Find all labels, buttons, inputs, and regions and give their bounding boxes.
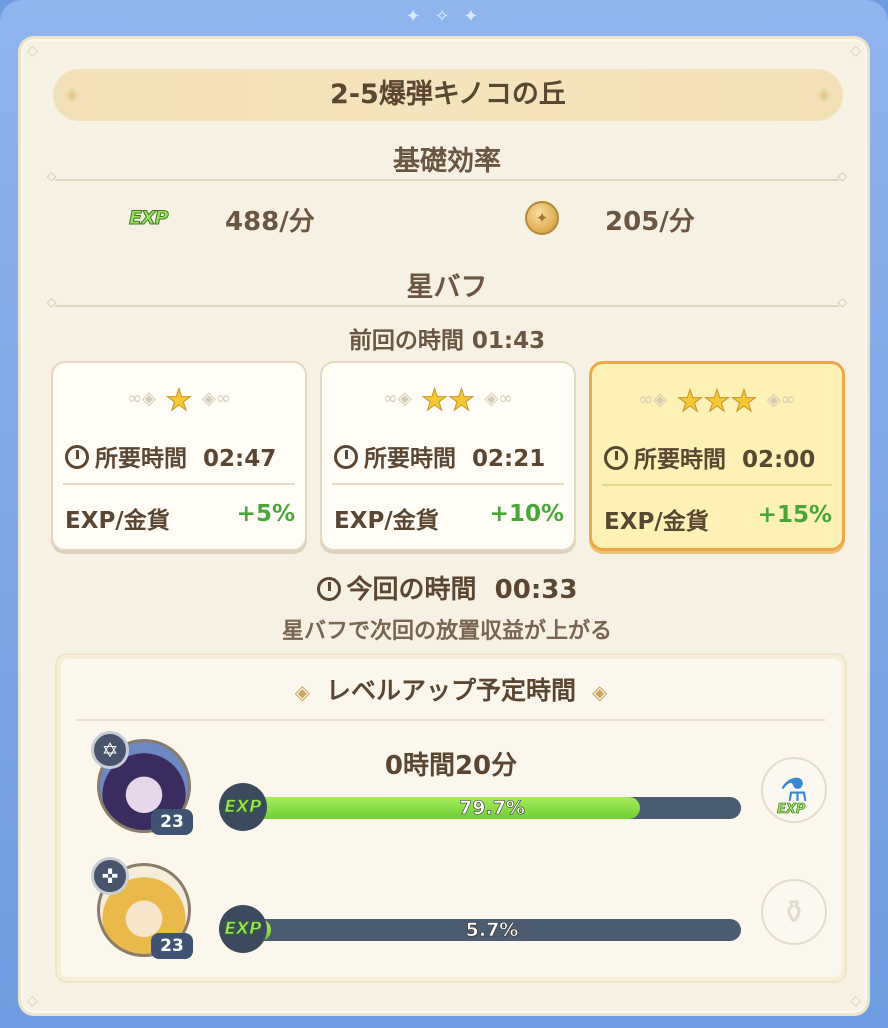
diamond-ornament-icon: ◈ <box>817 84 831 105</box>
previous-time-value: 01:43 <box>471 328 546 354</box>
star-rating: ∞◈ ★★★ ◈∞ <box>592 384 842 420</box>
required-time-label: 所要時間 <box>364 446 456 472</box>
previous-time: 前回の時間 01:43 <box>21 321 873 355</box>
ornament-icon: ∞◈ <box>382 388 412 409</box>
required-time-label: 所要時間 <box>95 446 187 472</box>
bonus-value: +10% <box>489 501 564 527</box>
previous-time-label: 前回の時間 <box>348 328 464 354</box>
current-time: 今回の時間 00:33 <box>21 569 873 606</box>
exp-rate: 488/分 <box>225 207 315 237</box>
empty-potion-icon[interactable]: ⚱ <box>761 879 827 945</box>
ornament-icon: ∞◈ <box>638 389 668 410</box>
exp-progress-bar: 79.7% <box>243 797 741 819</box>
base-efficiency-row: EXP 488/分 ✦ 205/分 <box>21 199 873 239</box>
clock-icon <box>334 445 358 469</box>
exp-icon: EXP <box>129 207 170 230</box>
level-up-box: ◈ レベルアップ予定時間 ◈ ✡ 23 0時間20分 79.7% EXP ⚗ EXP … <box>55 653 847 983</box>
corner-ornament-icon: ◇ <box>27 993 38 1009</box>
bonus-label: EXP/金貨 <box>604 509 709 535</box>
star-buff-heading: 星バフ <box>406 272 488 303</box>
coin-rate: 205/分 <box>605 207 695 237</box>
diamond-ornament-icon: ◈ <box>294 680 310 704</box>
star-rating: ∞◈ ★ ◈∞ <box>53 383 305 419</box>
bonus-label: EXP/金貨 <box>334 508 439 534</box>
required-time: 所要時間 02:47 <box>65 439 297 473</box>
required-time-value: 02:21 <box>472 446 546 472</box>
corner-ornament-icon: ◇ <box>850 43 861 59</box>
required-time-value: 02:47 <box>203 446 277 472</box>
exp-icon: EXP <box>219 783 267 831</box>
ornament-icon: ∞◈ <box>127 388 156 409</box>
diamond-ornament-icon: ◈ <box>592 680 608 704</box>
star-buff-card-1[interactable]: ∞◈ ★ ◈∞ 所要時間 02:47 EXP/金貨 +5% <box>51 361 307 551</box>
exp-icon: EXP <box>219 905 267 953</box>
gold-coin-icon: ✦ <box>525 201 559 235</box>
star-icon: ★★★ <box>676 384 758 420</box>
section-divider <box>77 719 825 721</box>
time-to-level: 0時間20分 <box>384 751 518 781</box>
star-icon: ★ <box>165 383 193 419</box>
corner-ornament-icon: ◇ <box>27 43 38 59</box>
diamond-ornament-icon: ◈ <box>65 84 79 105</box>
exp-progress-text: 5.7% <box>465 919 519 941</box>
exp-progress-text: 79.7% <box>459 797 526 819</box>
cross-icon: ✜ <box>91 857 129 895</box>
base-efficiency-heading: 基礎効率 <box>393 146 501 177</box>
top-ornament-icon: ✦ ✧ ✦ <box>405 6 483 27</box>
stage-title: 2-5爆弾キノコの丘 <box>330 79 566 110</box>
clock-icon <box>316 577 341 601</box>
clock-icon <box>65 445 89 469</box>
card-divider <box>602 484 832 486</box>
required-time: 所要時間 02:00 <box>604 440 836 474</box>
window-frame: ✦ ✧ ✦ ◇ ◇ ◇ ◇ ◈ 2-5爆弾キノコの丘 ◈ 基礎効率 EXP 48… <box>0 0 888 1028</box>
idle-reward-panel: ◇ ◇ ◇ ◇ ◈ 2-5爆弾キノコの丘 ◈ 基礎効率 EXP 488/分 ✦ … <box>18 36 870 1016</box>
bonus-value: +15% <box>757 502 832 528</box>
star-buff-card-3[interactable]: ∞◈ ★★★ ◈∞ 所要時間 02:00 EXP/金貨 +15% <box>589 361 845 551</box>
exp-potion-icon[interactable]: ⚗ EXP <box>761 757 827 823</box>
star-icon: ★★ <box>421 383 476 419</box>
ornament-icon: ◈∞ <box>766 389 796 410</box>
corner-ornament-icon: ◇ <box>850 993 861 1009</box>
card-divider <box>63 483 295 485</box>
level-up-title: レベルアップ予定時間 <box>325 676 576 705</box>
card-divider <box>332 483 564 485</box>
level-up-heading: ◈ レベルアップ予定時間 ◈ <box>57 671 845 707</box>
ornament-icon: ◈∞ <box>202 388 231 409</box>
clock-icon <box>604 446 628 470</box>
level-badge: 23 <box>151 933 193 959</box>
required-time-value: 02:00 <box>742 447 816 473</box>
star-buff-hint: 星バフで次回の放置収益が上がる <box>281 619 612 644</box>
star-rating: ∞◈ ★★ ◈∞ <box>322 383 574 419</box>
required-time-label: 所要時間 <box>634 447 726 473</box>
required-time: 所要時間 02:21 <box>334 439 566 473</box>
exp-progress-bar: 5.7% <box>243 919 741 941</box>
section-divider <box>47 295 847 309</box>
current-time-value: 00:33 <box>494 575 578 605</box>
ornament-icon: ◈∞ <box>484 388 514 409</box>
level-badge: 23 <box>151 809 193 835</box>
exp-potion-label: EXP <box>777 802 806 818</box>
bonus-value: +5% <box>236 501 295 527</box>
bonus-label: EXP/金貨 <box>65 508 170 534</box>
stage-title-bar: ◈ 2-5爆弾キノコの丘 ◈ <box>53 69 843 121</box>
current-time-label: 今回の時間 <box>346 575 477 605</box>
section-divider <box>47 169 847 183</box>
star-buff-card-2[interactable]: ∞◈ ★★ ◈∞ 所要時間 02:21 EXP/金貨 +10% <box>320 361 576 551</box>
